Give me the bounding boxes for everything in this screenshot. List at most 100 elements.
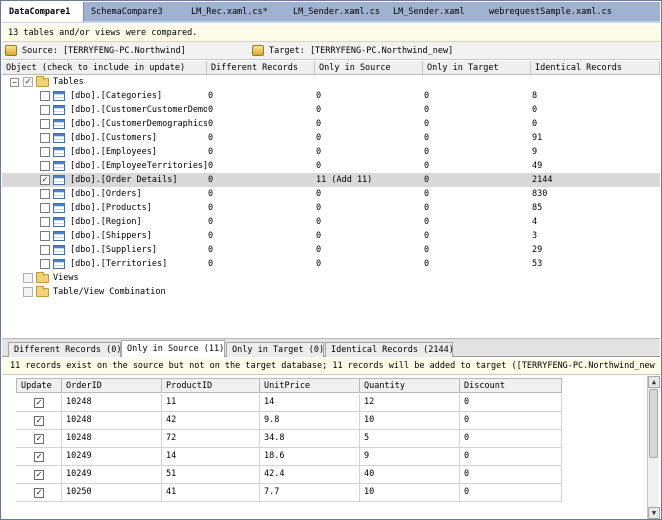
doc-tab-lm-sender-xaml-cs[interactable]: LM_Sender.xaml.cs — [286, 2, 386, 22]
only-in-source: 0 — [316, 259, 322, 269]
include-checkbox[interactable] — [40, 119, 50, 129]
doc-tab-lm-rec-xaml-cs[interactable]: LM_Rec.xaml.cs* — [184, 2, 286, 22]
header-only-in-target[interactable]: Only in Target — [423, 61, 531, 75]
table-row[interactable]: [dbo].[Customers] 0 0 0 91 — [2, 131, 660, 145]
header-object[interactable]: Object (check to include in update) — [2, 61, 207, 75]
table-row[interactable]: [dbo].[CustomerDemographics] 0 0 0 0 — [2, 117, 660, 131]
only-in-target: 0 — [424, 231, 430, 241]
folder-icon — [36, 286, 49, 297]
table-row[interactable]: [dbo].[Employees] 0 0 0 9 — [2, 145, 660, 159]
record-row[interactable]: ✓ 10248 11 14 12 0 — [16, 394, 562, 412]
table-row[interactable]: [dbo].[Suppliers] 0 0 0 29 — [2, 243, 660, 257]
include-checkbox[interactable] — [40, 217, 50, 227]
doc-tab-webrequestsample[interactable]: webrequestSample.xaml.cs — [482, 2, 642, 22]
combination-checkbox[interactable] — [23, 287, 33, 297]
identical-records: 49 — [532, 161, 543, 171]
table-row[interactable]: [dbo].[Region] 0 0 0 4 — [2, 215, 660, 229]
include-checkbox[interactable] — [40, 133, 50, 143]
identical-records: 2144 — [532, 175, 553, 185]
record-row[interactable]: ✓ 10249 51 42.4 40 0 — [16, 466, 562, 484]
table-name: [dbo].[Orders] — [70, 189, 142, 199]
header-identical-records[interactable]: Identical Records — [531, 61, 660, 75]
record-row[interactable]: ✓ 10249 14 18.6 9 0 — [16, 448, 562, 466]
table-row[interactable]: [dbo].[Products] 0 0 0 85 — [2, 201, 660, 215]
update-checkbox[interactable]: ✓ — [34, 416, 44, 426]
identical-records: 0 — [532, 105, 538, 115]
identical-records: 9 — [532, 147, 538, 157]
vertical-scrollbar[interactable]: ▲ ▼ — [647, 376, 660, 519]
collapse-icon[interactable]: − — [10, 78, 19, 87]
include-checkbox[interactable] — [40, 189, 50, 199]
tab-only-in-source[interactable]: Only in Source (11) — [121, 340, 225, 357]
include-checkbox[interactable] — [40, 147, 50, 157]
source-database: Source: [TERRYFENG-PC.Northwind] — [2, 42, 238, 60]
only-in-target: 0 — [424, 119, 430, 129]
scroll-up-icon[interactable]: ▲ — [648, 376, 660, 388]
different-records: 0 — [208, 245, 214, 255]
tab-only-in-target[interactable]: Only in Target (0) — [226, 342, 324, 357]
table-row[interactable]: [dbo].[CustomerCustomerDemo] 0 0 0 0 — [2, 103, 660, 117]
update-checkbox[interactable]: ✓ — [34, 470, 44, 480]
table-name: [dbo].[Shippers] — [70, 231, 152, 241]
update-cell: ✓ — [16, 430, 62, 448]
doc-tab-schemacompare3[interactable]: SchemaCompare3 — [84, 2, 184, 22]
tables-checkbox[interactable]: ✓ — [23, 77, 33, 87]
different-records: 0 — [208, 231, 214, 241]
header-only-in-source[interactable]: Only in Source — [315, 61, 423, 75]
table-row[interactable]: [dbo].[EmployeeTerritories] 0 0 0 49 — [2, 159, 660, 173]
col-unitprice[interactable]: UnitPrice — [260, 378, 360, 393]
table-row[interactable]: [dbo].[Shippers] 0 0 0 3 — [2, 229, 660, 243]
database-icon — [252, 45, 264, 56]
productid-cell: 42 — [162, 412, 260, 430]
col-productid[interactable]: ProductID — [162, 378, 260, 393]
col-update[interactable]: Update — [16, 378, 62, 393]
only-in-source: 0 — [316, 203, 322, 213]
include-checkbox[interactable] — [40, 231, 50, 241]
table-name: [dbo].[Categories] — [70, 91, 163, 101]
col-quantity[interactable]: Quantity — [360, 378, 460, 393]
record-row[interactable]: ✓ 10248 72 34.8 5 0 — [16, 430, 562, 448]
include-checkbox[interactable] — [40, 161, 50, 171]
tree-node-tables[interactable]: − ✓ Tables — [2, 75, 660, 89]
header-different-records[interactable]: Different Records — [207, 61, 315, 75]
discount-cell: 0 — [460, 448, 562, 466]
table-row[interactable]: [dbo].[Orders] 0 0 0 830 — [2, 187, 660, 201]
include-checkbox[interactable] — [40, 91, 50, 101]
identical-records: 29 — [532, 245, 543, 255]
update-checkbox[interactable]: ✓ — [34, 398, 44, 408]
scroll-down-icon[interactable]: ▼ — [648, 507, 660, 519]
doc-tab-lm-sender-xaml[interactable]: LM_Sender.xaml — [386, 2, 482, 22]
update-checkbox[interactable]: ✓ — [34, 488, 44, 498]
include-checkbox[interactable] — [40, 259, 50, 269]
combination-label: Table/View Combination — [53, 287, 166, 297]
unitprice-cell: 7.7 — [260, 484, 360, 502]
include-checkbox[interactable]: ✓ — [40, 175, 50, 185]
table-icon — [53, 147, 65, 157]
update-cell: ✓ — [16, 394, 62, 412]
tree-node-combination[interactable]: Table/View Combination — [2, 285, 660, 299]
identical-records: 4 — [532, 217, 538, 227]
table-row[interactable]: ✓ [dbo].[Order Details] 0 11 (Add 11) 0 2144 — [2, 173, 660, 187]
update-checkbox[interactable]: ✓ — [34, 434, 44, 444]
record-row[interactable]: ✓ 10250 41 7.7 10 0 — [16, 484, 562, 502]
orderid-cell: 10249 — [62, 466, 162, 484]
discount-cell: 0 — [460, 430, 562, 448]
tables-label: Tables — [53, 77, 84, 87]
table-row[interactable]: [dbo].[Categories] 0 0 0 8 — [2, 89, 660, 103]
tab-different-records[interactable]: Different Records (0) — [8, 342, 121, 357]
tab-identical-records[interactable]: Identical Records (2144) — [325, 342, 454, 357]
quantity-cell: 40 — [360, 466, 460, 484]
col-discount[interactable]: Discount — [460, 378, 562, 393]
include-checkbox[interactable] — [40, 245, 50, 255]
update-checkbox[interactable]: ✓ — [34, 452, 44, 462]
include-checkbox[interactable] — [40, 203, 50, 213]
table-row[interactable]: [dbo].[Territories] 0 0 0 53 — [2, 257, 660, 271]
tree-node-views[interactable]: Views — [2, 271, 660, 285]
doc-tab-datacompare1[interactable]: DataCompare1 — [2, 2, 84, 22]
unitprice-cell: 18.6 — [260, 448, 360, 466]
col-orderid[interactable]: OrderID — [62, 378, 162, 393]
scroll-thumb[interactable] — [649, 389, 658, 458]
record-row[interactable]: ✓ 10248 42 9.8 10 0 — [16, 412, 562, 430]
include-checkbox[interactable] — [40, 105, 50, 115]
views-checkbox[interactable] — [23, 273, 33, 283]
